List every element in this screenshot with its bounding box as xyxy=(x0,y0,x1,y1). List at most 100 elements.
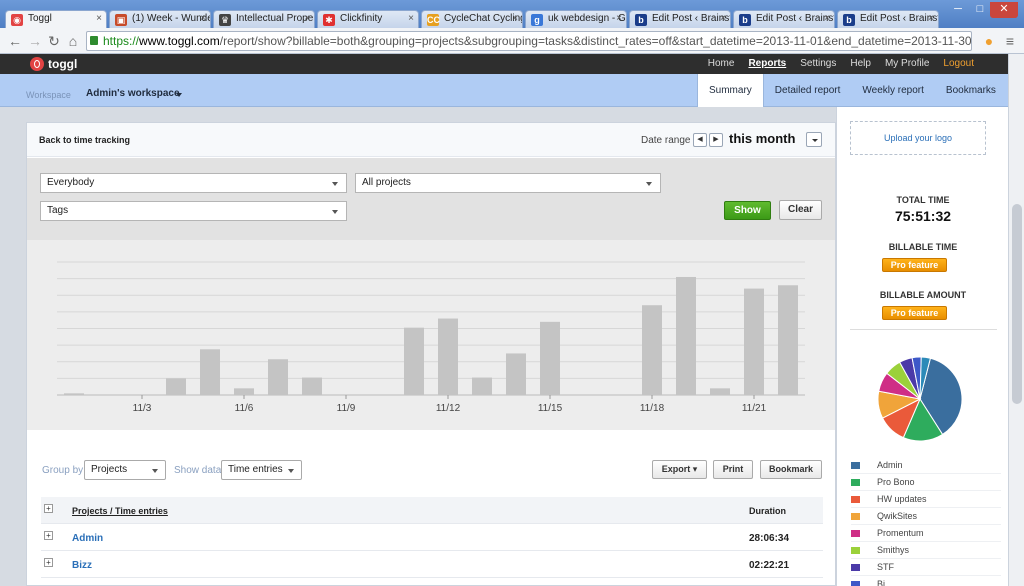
chart-bar[interactable] xyxy=(404,327,424,395)
clear-button[interactable]: Clear xyxy=(779,200,822,220)
show-button[interactable]: Show xyxy=(724,201,771,220)
close-window-button[interactable]: ✕ xyxy=(990,2,1018,18)
nav-help[interactable]: Help xyxy=(850,54,871,74)
menu-icon[interactable]: ≡ xyxy=(1001,32,1019,50)
browser-tab[interactable]: ♛ Intellectual Prope × xyxy=(213,10,315,28)
nav-home[interactable]: Home xyxy=(708,54,735,74)
project-link[interactable]: Admin xyxy=(72,533,103,544)
projects-table: + Projects / Time entries Duration + Admi… xyxy=(41,497,823,578)
nav-reports[interactable]: Reports xyxy=(748,54,786,74)
projects-filter-value: All projects xyxy=(362,177,411,188)
maximize-button[interactable]: □ xyxy=(970,2,990,18)
back-arrow-icon[interactable]: ← xyxy=(6,32,24,50)
column-duration: Duration xyxy=(749,506,786,516)
projects-filter[interactable]: All projects xyxy=(355,173,661,193)
home-icon[interactable]: ⌂ xyxy=(64,32,82,50)
chart-bar[interactable] xyxy=(166,378,186,395)
expand-all-icon[interactable]: + xyxy=(44,504,53,513)
legend-item[interactable]: Smithys xyxy=(851,542,1001,559)
browser-tab[interactable]: CC CycleChat Cycling × xyxy=(421,10,523,28)
users-filter[interactable]: Everybody xyxy=(40,173,347,193)
close-tab-icon[interactable]: × xyxy=(720,13,726,24)
chart-bar[interactable] xyxy=(676,276,696,395)
expand-row-icon[interactable]: + xyxy=(44,558,53,567)
tab-weekly-report[interactable]: Weekly report xyxy=(851,74,935,107)
next-period-button[interactable]: ▶ xyxy=(709,133,723,147)
show-data-select[interactable]: Time entries xyxy=(221,460,302,480)
print-button[interactable]: Print xyxy=(713,460,753,479)
chart-bar[interactable] xyxy=(302,377,322,395)
show-data-value: Time entries xyxy=(228,464,283,475)
time-bar-chart: 11/3 11/6 11/9 11/12 11/15 11/18 11/21 xyxy=(27,240,835,430)
chart-bar[interactable] xyxy=(438,318,458,395)
favicon-icon: g xyxy=(531,14,543,26)
legend-item[interactable]: Promentum xyxy=(851,525,1001,542)
extension-icon[interactable]: ● xyxy=(980,32,998,50)
page-scrollbar[interactable] xyxy=(1008,54,1024,586)
date-range-dropdown[interactable] xyxy=(806,132,822,147)
chart-bar[interactable] xyxy=(506,353,526,395)
tab-bookmarks[interactable]: Bookmarks xyxy=(935,74,1007,107)
back-to-time-tracking-link[interactable]: Back to time tracking xyxy=(39,135,130,145)
legend-label: Smithys xyxy=(877,545,910,555)
prev-period-button[interactable]: ◀ xyxy=(693,133,707,147)
export-button[interactable]: Export ▾ xyxy=(652,460,707,479)
group-by-select[interactable]: Projects xyxy=(84,460,166,480)
tags-filter[interactable]: Tags xyxy=(40,201,347,221)
billable-time-label: BILLABLE TIME xyxy=(888,242,958,252)
legend-item[interactable]: STF xyxy=(851,559,1001,576)
minimize-button[interactable]: ─ xyxy=(946,2,970,18)
workspace-selector[interactable]: Admin's workspace xyxy=(86,88,180,99)
legend-item[interactable]: Pro Bono xyxy=(851,474,1001,491)
chart-bar[interactable] xyxy=(710,388,730,395)
legend-item[interactable]: Bi xyxy=(851,576,1001,586)
chart-bar[interactable] xyxy=(200,349,220,395)
reload-icon[interactable]: ↻ xyxy=(45,32,63,50)
nav-logout[interactable]: Logout xyxy=(943,54,974,74)
chart-bar[interactable] xyxy=(268,359,288,395)
chevron-down-icon[interactable] xyxy=(176,93,182,97)
nav-my-profile[interactable]: My Profile xyxy=(885,54,929,74)
browser-tab[interactable]: b Edit Post ‹ Brainst × xyxy=(629,10,731,28)
browser-tab[interactable]: b Edit Post ‹ Brainst × xyxy=(837,10,939,28)
scrollbar-thumb[interactable] xyxy=(1012,204,1022,404)
browser-tab[interactable]: ▣ (1) Week - Wunde × xyxy=(109,10,211,28)
close-tab-icon[interactable]: × xyxy=(304,13,310,24)
date-range-value: this month xyxy=(729,131,796,146)
close-tab-icon[interactable]: × xyxy=(616,13,622,24)
tab-summary[interactable]: Summary xyxy=(697,74,764,107)
browser-tab[interactable]: b Edit Post ‹ Brainst × xyxy=(733,10,835,28)
chart-bar[interactable] xyxy=(744,288,764,395)
close-tab-icon[interactable]: × xyxy=(96,13,102,24)
close-tab-icon[interactable]: × xyxy=(512,13,518,24)
upload-logo-link[interactable]: Upload your logo xyxy=(850,121,986,155)
chart-bar[interactable] xyxy=(64,393,84,395)
close-tab-icon[interactable]: × xyxy=(408,13,414,24)
expand-row-icon[interactable]: + xyxy=(44,531,53,540)
nav-settings[interactable]: Settings xyxy=(800,54,836,74)
legend-item[interactable]: Admin xyxy=(851,457,1001,474)
chart-bar[interactable] xyxy=(642,305,662,395)
column-projects[interactable]: Projects / Time entries xyxy=(72,506,168,516)
close-tab-icon[interactable]: × xyxy=(824,13,830,24)
forward-arrow-icon[interactable]: → xyxy=(26,32,44,50)
legend-item[interactable]: QwikSites xyxy=(851,508,1001,525)
toggl-logo[interactable]: toggl xyxy=(30,57,77,71)
chart-bar[interactable] xyxy=(472,377,492,395)
summary-sidebar: Upload your logo TOTAL TIME 75:51:32 BIL… xyxy=(836,107,1008,586)
project-link[interactable]: Bizz xyxy=(72,560,92,571)
browser-tab[interactable]: ◉ Toggl × xyxy=(5,10,107,29)
address-bar[interactable]: https://www.toggl.com/report/show?billab… xyxy=(86,31,972,51)
browser-tab[interactable]: ✱ Clickfinity × xyxy=(317,10,419,28)
chart-bar[interactable] xyxy=(234,388,254,395)
legend-item[interactable]: HW updates xyxy=(851,491,1001,508)
chart-bar[interactable] xyxy=(540,321,560,395)
chart-bar[interactable] xyxy=(778,285,798,395)
browser-tab[interactable]: g uk webdesign - Go × xyxy=(525,10,627,28)
tab-detailed-report[interactable]: Detailed report xyxy=(764,74,852,107)
close-tab-icon[interactable]: × xyxy=(928,13,934,24)
pro-feature-badge[interactable]: Pro feature xyxy=(882,258,947,272)
bookmark-button[interactable]: Bookmark xyxy=(760,460,822,479)
pro-feature-badge[interactable]: Pro feature xyxy=(882,306,947,320)
close-tab-icon[interactable]: × xyxy=(200,13,206,24)
